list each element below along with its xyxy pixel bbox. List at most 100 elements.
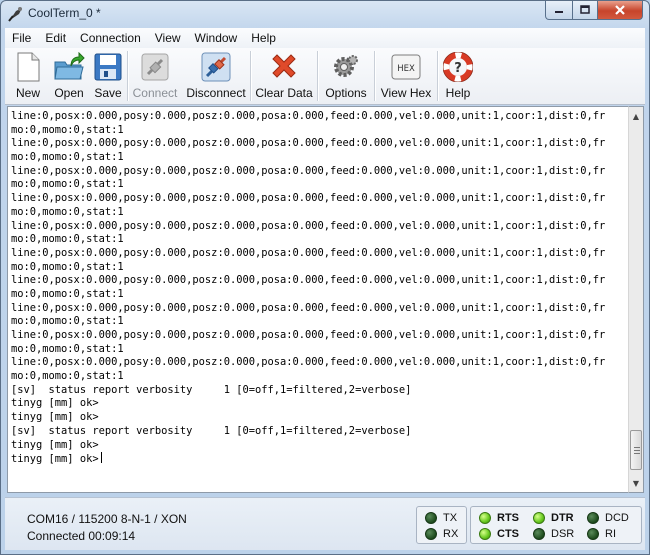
terminal-line-text: [sv] status report verbosity 1 [0=off,1=… bbox=[11, 383, 412, 396]
title-bar[interactable]: CoolTerm_0 * bbox=[1, 1, 649, 27]
terminal-line-text: tinyg [mm] ok> bbox=[11, 453, 99, 466]
led-label: DSR bbox=[551, 528, 575, 540]
terminal-line-text: mo:0,momo:0,stat:1 bbox=[11, 123, 124, 136]
clear-x-icon bbox=[272, 54, 296, 78]
save-button[interactable]: Save bbox=[89, 48, 127, 104]
terminal-line: line:0,posx:0.000,posy:0.000,posz:0.000,… bbox=[11, 110, 628, 124]
terminal-line: mo:0,momo:0,stat:1 bbox=[11, 124, 628, 138]
text-cursor bbox=[100, 452, 102, 464]
close-icon bbox=[615, 5, 625, 15]
terminal-line-text: line:0,posx:0.000,posy:0.000,posz:0.000,… bbox=[11, 110, 606, 122]
menu-file[interactable]: File bbox=[5, 28, 38, 48]
terminal-line: mo:0,momo:0,stat:1 bbox=[11, 288, 628, 302]
led-indicator bbox=[533, 528, 545, 540]
scroll-up-arrow-icon[interactable]: ▲ bbox=[629, 108, 643, 124]
led-rx: RX bbox=[425, 528, 458, 540]
port-settings: COM16 / 115200 8-N-1 / XON bbox=[27, 512, 187, 526]
help-lifebuoy-icon: ? bbox=[443, 52, 473, 82]
open-label: Open bbox=[54, 86, 84, 100]
led-label: RX bbox=[443, 528, 459, 540]
terminal-line: [sv] status report verbosity 1 [0=off,1=… bbox=[11, 384, 628, 398]
new-label: New bbox=[15, 86, 40, 100]
open-button[interactable]: Open bbox=[49, 48, 89, 104]
terminal-line-text: mo:0,momo:0,stat:1 bbox=[11, 287, 124, 300]
led-label: DTR bbox=[551, 512, 574, 524]
connect-button[interactable]: Connect bbox=[128, 48, 182, 104]
terminal-line: line:0,posx:0.000,posy:0.000,posz:0.000,… bbox=[11, 247, 628, 261]
terminal-line: tinyg [mm] ok> bbox=[11, 439, 628, 453]
led-label: RI bbox=[605, 528, 616, 540]
terminal-output[interactable]: line:0,posx:0.000,posy:0.000,posz:0.000,… bbox=[7, 106, 628, 493]
terminal-line: mo:0,momo:0,stat:1 bbox=[11, 261, 628, 275]
terminal-line-text: mo:0,momo:0,stat:1 bbox=[11, 178, 124, 191]
terminal-line-text: line:0,posx:0.000,posy:0.000,posz:0.000,… bbox=[11, 301, 606, 314]
status-bar: COM16 / 115200 8-N-1 / XON Connected 00:… bbox=[5, 497, 645, 550]
minimize-icon bbox=[555, 11, 563, 13]
view-hex-label: View Hex bbox=[380, 86, 432, 100]
menu-window[interactable]: Window bbox=[188, 28, 245, 48]
led-label: DCD bbox=[605, 512, 629, 524]
maximize-icon bbox=[580, 5, 590, 14]
toolbar: New Open Save Connect Disconnect Clear D… bbox=[5, 48, 645, 105]
terminal-line-text: mo:0,momo:0,stat:1 bbox=[11, 370, 124, 383]
minimize-button[interactable] bbox=[545, 1, 573, 20]
terminal-line: line:0,posx:0.000,posy:0.000,posz:0.000,… bbox=[11, 356, 628, 370]
scroll-down-arrow-icon[interactable]: ▼ bbox=[629, 475, 643, 491]
scrollbar-thumb[interactable] bbox=[630, 430, 642, 470]
led-cts: CTS bbox=[479, 528, 519, 540]
maximize-button[interactable] bbox=[573, 1, 598, 20]
data-leds-panel: TX RX bbox=[416, 506, 467, 544]
terminal-line: line:0,posx:0.000,posy:0.000,posz:0.000,… bbox=[11, 329, 628, 343]
hex-icon: HEX bbox=[391, 54, 421, 80]
terminal-line-text: line:0,posx:0.000,posy:0.000,posz:0.000,… bbox=[11, 274, 606, 287]
terminal-line-text: mo:0,momo:0,stat:1 bbox=[11, 260, 124, 273]
terminal-line: line:0,posx:0.000,posy:0.000,posz:0.000,… bbox=[11, 192, 628, 206]
disconnect-label: Disconnect bbox=[186, 86, 246, 100]
terminal-line: mo:0,momo:0,stat:1 bbox=[11, 315, 628, 329]
app-window: CoolTerm_0 * File Edit Connection View W… bbox=[0, 0, 650, 555]
options-button[interactable]: Options bbox=[318, 48, 374, 104]
terminal-line: mo:0,momo:0,stat:1 bbox=[11, 178, 628, 192]
help-button[interactable]: ? Help bbox=[438, 48, 478, 104]
terminal-line: line:0,posx:0.000,posy:0.000,posz:0.000,… bbox=[11, 137, 628, 151]
terminal-line-text: line:0,posx:0.000,posy:0.000,posz:0.000,… bbox=[11, 192, 606, 205]
connect-label: Connect bbox=[132, 86, 178, 100]
close-button[interactable] bbox=[598, 1, 643, 20]
clear-data-button[interactable]: Clear Data bbox=[251, 48, 317, 104]
open-folder-icon bbox=[54, 52, 85, 80]
led-label: RTS bbox=[497, 512, 519, 524]
disconnect-button[interactable]: Disconnect bbox=[182, 48, 250, 104]
clear-data-label: Clear Data bbox=[255, 86, 313, 100]
vertical-scrollbar[interactable]: ▲ ▼ bbox=[628, 106, 644, 493]
svg-text:?: ? bbox=[454, 61, 462, 76]
terminal-line-text: line:0,posx:0.000,posy:0.000,posz:0.000,… bbox=[11, 137, 606, 150]
led-indicator bbox=[479, 528, 491, 540]
terminal-line-text: mo:0,momo:0,stat:1 bbox=[11, 151, 124, 164]
disconnect-plug-icon bbox=[201, 52, 231, 82]
led-ri: RI bbox=[587, 528, 616, 540]
led-indicator bbox=[425, 512, 437, 524]
thumb-grip bbox=[634, 447, 640, 448]
menu-help[interactable]: Help bbox=[244, 28, 283, 48]
terminal-line: mo:0,momo:0,stat:1 bbox=[11, 151, 628, 165]
menu-connection[interactable]: Connection bbox=[73, 28, 148, 48]
menu-view[interactable]: View bbox=[148, 28, 188, 48]
view-hex-button[interactable]: HEX View Hex bbox=[375, 48, 437, 104]
terminal-line-text: mo:0,momo:0,stat:1 bbox=[11, 342, 124, 355]
terminal-line: line:0,posx:0.000,posy:0.000,posz:0.000,… bbox=[11, 274, 628, 288]
window-controls bbox=[545, 1, 643, 20]
menu-edit[interactable]: Edit bbox=[38, 28, 73, 48]
terminal-line: mo:0,momo:0,stat:1 bbox=[11, 206, 628, 220]
new-button[interactable]: New bbox=[7, 48, 49, 104]
terminal-line-text: line:0,posx:0.000,posy:0.000,posz:0.000,… bbox=[11, 246, 606, 259]
led-dsr: DSR bbox=[533, 528, 574, 540]
save-label: Save bbox=[94, 86, 122, 100]
new-document-icon bbox=[17, 52, 40, 82]
app-icon bbox=[8, 7, 22, 22]
options-gear-icon bbox=[334, 55, 358, 77]
terminal-line-text: line:0,posx:0.000,posy:0.000,posz:0.000,… bbox=[11, 164, 606, 177]
terminal-line-text: mo:0,momo:0,stat:1 bbox=[11, 205, 124, 218]
led-dcd: DCD bbox=[587, 512, 629, 524]
hex-icon-text: HEX bbox=[397, 64, 415, 74]
led-indicator bbox=[587, 528, 599, 540]
